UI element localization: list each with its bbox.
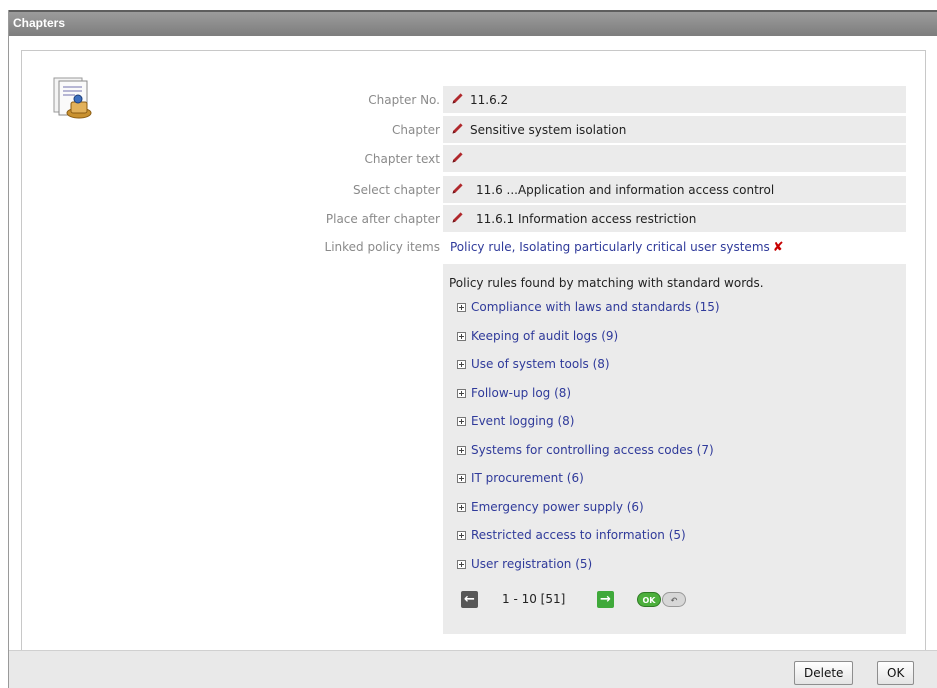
place-after-row: Place after chapter 11.6.1 Information a… [22, 205, 927, 232]
chapter-label: Chapter [392, 123, 440, 137]
arrow-right-icon[interactable]: → [597, 591, 614, 608]
select-chapter-label: Select chapter [352, 183, 440, 197]
undo-icon[interactable]: ↶ [662, 592, 686, 607]
policy-rule-link[interactable]: Compliance with laws and standards (15) [471, 300, 720, 314]
expand-plus-icon[interactable] [457, 445, 466, 455]
policy-rule-item[interactable]: Restricted access to information (5) [457, 528, 720, 557]
chapter-value: Sensitive system isolation [470, 123, 627, 137]
expand-plus-icon[interactable] [457, 531, 466, 540]
expand-plus-icon[interactable] [457, 360, 466, 369]
expand-plus-icon[interactable] [457, 388, 466, 398]
policy-rule-item[interactable]: Keeping of audit logs (9) [457, 329, 720, 358]
expand-plus-icon[interactable] [457, 331, 466, 341]
ok-pill-button[interactable]: OK [637, 592, 661, 607]
chapter-no-field[interactable]: 11.6.2 [443, 86, 906, 113]
policy-rule-item[interactable]: Emergency power supply (6) [457, 500, 720, 529]
chapter-row: Chapter Sensitive system isolation [22, 116, 927, 143]
pencil-icon[interactable] [451, 92, 464, 105]
chapter-no-value: 11.6.2 [470, 93, 509, 107]
select-chapter-field[interactable]: 11.6 ...Application and information acce… [443, 176, 906, 203]
expand-plus-icon[interactable] [457, 559, 466, 569]
policy-rule-link[interactable]: IT procurement (6) [471, 471, 584, 485]
place-after-value: 11.6.1 Information access restriction [476, 212, 697, 226]
policy-rule-item[interactable]: IT procurement (6) [457, 471, 720, 500]
pencil-icon[interactable] [451, 151, 464, 164]
remove-x-icon[interactable]: ✘ [773, 240, 784, 255]
window-title: Chapters [13, 16, 66, 30]
ok-button[interactable]: OK [877, 661, 915, 685]
chapter-text-row: Chapter text [22, 145, 927, 172]
policy-rule-item[interactable]: Use of system tools (8) [457, 357, 720, 386]
policy-rule-link[interactable]: Systems for controlling access codes (7) [471, 443, 714, 457]
linked-policy-link[interactable]: Policy rule, Isolating particularly crit… [450, 240, 770, 254]
policy-rule-item[interactable]: Systems for controlling access codes (7) [457, 443, 720, 472]
chapter-form-panel: Chapter No. 11.6.2 Chapter Sensitive sys… [21, 50, 926, 662]
arrow-left-icon[interactable]: ← [461, 591, 478, 608]
delete-button[interactable]: Delete [794, 661, 854, 685]
expand-plus-icon[interactable] [457, 303, 466, 312]
pencil-icon[interactable] [451, 211, 464, 224]
expand-plus-icon[interactable] [457, 502, 466, 512]
policy-rule-item[interactable]: Follow-up log (8) [457, 386, 720, 415]
linked-policy-value: Policy rule, Isolating particularly crit… [450, 240, 784, 255]
place-after-label: Place after chapter [325, 212, 440, 226]
policy-rule-link[interactable]: Follow-up log (8) [471, 386, 571, 400]
policy-rule-link[interactable]: User registration (5) [471, 557, 592, 571]
pencil-icon[interactable] [451, 122, 464, 135]
chapters-window: Chapters Chapter No. 11.6.2 Chapter Sens… [8, 10, 937, 688]
policy-rule-link[interactable]: Event logging (8) [471, 414, 574, 428]
dialog-footer: Delete OK [9, 650, 937, 688]
pencil-icon[interactable] [451, 182, 464, 195]
expand-plus-icon[interactable] [457, 417, 466, 426]
policy-rule-link[interactable]: Use of system tools (8) [471, 357, 610, 371]
expand-plus-icon[interactable] [457, 474, 466, 483]
chapter-field[interactable]: Sensitive system isolation [443, 116, 906, 143]
chapter-no-row: Chapter No. 11.6.2 [22, 86, 927, 113]
policy-rule-item[interactable]: Event logging (8) [457, 414, 720, 443]
policy-rules-panel: Policy rules found by matching with stan… [443, 264, 906, 634]
policy-rules-list: Compliance with laws and standards (15) … [457, 300, 720, 585]
linked-policy-row: Linked policy items Policy rule, Isolati… [22, 237, 927, 261]
select-chapter-value: 11.6 ...Application and information acce… [476, 183, 775, 197]
place-after-field[interactable]: 11.6.1 Information access restriction [443, 205, 906, 232]
policy-rules-heading: Policy rules found by matching with stan… [449, 276, 764, 290]
select-chapter-row: Select chapter 11.6 ...Application and i… [22, 176, 927, 203]
policy-rule-link[interactable]: Keeping of audit logs (9) [471, 329, 618, 343]
pagination: ← 1 - 10 [51] → OK ↶ [461, 590, 901, 612]
page-indicator: 1 - 10 [51] [502, 592, 566, 606]
linked-policy-label: Linked policy items [324, 240, 440, 254]
policy-rule-item[interactable]: Compliance with laws and standards (15) [457, 300, 720, 329]
chapter-no-label: Chapter No. [368, 93, 440, 107]
policy-rule-item[interactable]: User registration (5) [457, 557, 720, 586]
policy-rule-link[interactable]: Emergency power supply (6) [471, 500, 644, 514]
policy-rule-link[interactable]: Restricted access to information (5) [471, 528, 686, 542]
chapter-text-label: Chapter text [364, 152, 440, 166]
chapter-text-field[interactable] [443, 145, 906, 172]
title-bar: Chapters [9, 10, 937, 36]
